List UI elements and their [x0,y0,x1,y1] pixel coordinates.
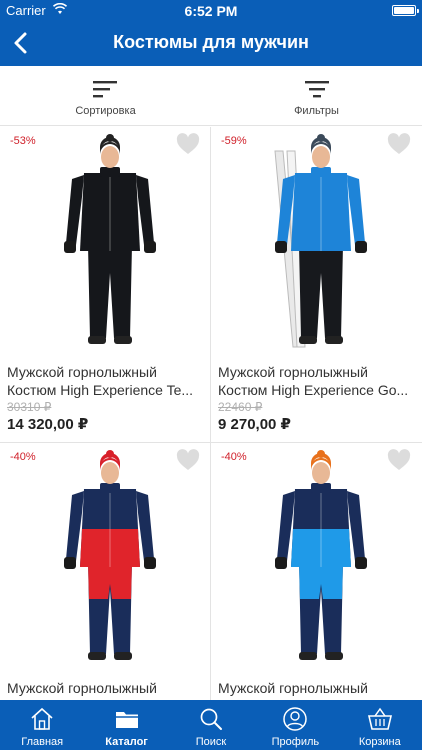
profile-icon [283,707,308,731]
search-icon [200,708,222,730]
favorite-heart-icon[interactable] [176,133,200,155]
sort-button[interactable]: Сортировка [0,66,211,126]
basket-icon [367,707,392,730]
battery-icon [392,5,419,16]
tab-label: Корзина [358,736,401,748]
tab-catalog[interactable]: Каталог [84,700,168,750]
back-chevron-icon[interactable] [8,28,36,58]
sort-filter-toolbar: Сортировка Фильтры [0,66,422,126]
product-name-line1: Мужской горнолыжный [7,364,157,380]
price: 9 270,00 ₽ [218,416,291,433]
favorite-heart-icon[interactable] [387,449,411,471]
old-price: 30310 ₽ [7,400,52,414]
filter-label: Фильтры [294,105,339,117]
product-name: Мужской горнолыжный Костюм High Experien… [218,363,418,399]
bottom-tab-bar: Главная Каталог Поиск Профиль Корзина [0,700,422,750]
tab-label: Профиль [271,736,320,748]
favorite-heart-icon[interactable] [176,449,200,471]
tab-label: Главная [21,736,64,748]
sort-label: Сортировка [75,105,136,117]
tab-label: Каталог [105,736,148,748]
product-card[interactable]: -53% Мужской горнолыжный Костюм High Exp… [0,127,210,442]
folder-icon [115,712,138,728]
product-photo [64,134,156,344]
old-price: 22460 ₽ [218,400,263,414]
product-name: Мужской горнолыжный [218,679,418,697]
discount-badge: -40% [221,451,247,463]
product-grid: -53% Мужской горнолыжный Костюм High Exp… [0,127,422,700]
product-photo [275,450,367,660]
tab-search[interactable]: Поиск [169,700,253,750]
nav-bar: Костюмы для мужчин [0,20,422,66]
product-name: Мужской горнолыжный [7,679,207,697]
discount-badge: -53% [10,135,36,147]
product-name: Мужской горнолыжный Костюм High Experien… [7,363,207,399]
tab-label: Поиск [195,736,227,748]
tab-cart[interactable]: Корзина [338,700,422,750]
discount-badge: -40% [10,451,36,463]
product-card[interactable]: -59% Мужской горнолыжный Костюм High Exp… [211,127,421,442]
product-name-line1: Мужской горнолыжный [218,364,368,380]
product-card[interactable]: -40% Мужской горнолыжный [211,443,421,700]
favorite-heart-icon[interactable] [387,133,411,155]
filter-button[interactable]: Фильтры [211,66,422,126]
product-name-line1: Мужской горнолыжный [7,680,157,696]
product-photo [274,134,367,348]
product-photo [64,450,156,660]
tab-profile[interactable]: Профиль [253,700,337,750]
product-name-line2: Костюм High Experience Go... [218,382,409,398]
tab-home[interactable]: Главная [0,700,84,750]
product-name-line2: Костюм High Experience Te... [7,382,194,398]
page-title: Костюмы для мужчин [113,32,309,52]
status-bar: Carrier 6:52 PM [0,0,422,20]
price: 14 320,00 ₽ [7,416,89,433]
filter-icon [304,81,329,98]
product-name-line1: Мужской горнолыжный [218,680,368,696]
sort-icon [92,81,117,98]
discount-badge: -59% [221,135,247,147]
product-card[interactable]: -40% Мужской горнолыжный [0,443,210,700]
home-icon [31,707,53,730]
clock: 6:52 PM [184,3,238,19]
